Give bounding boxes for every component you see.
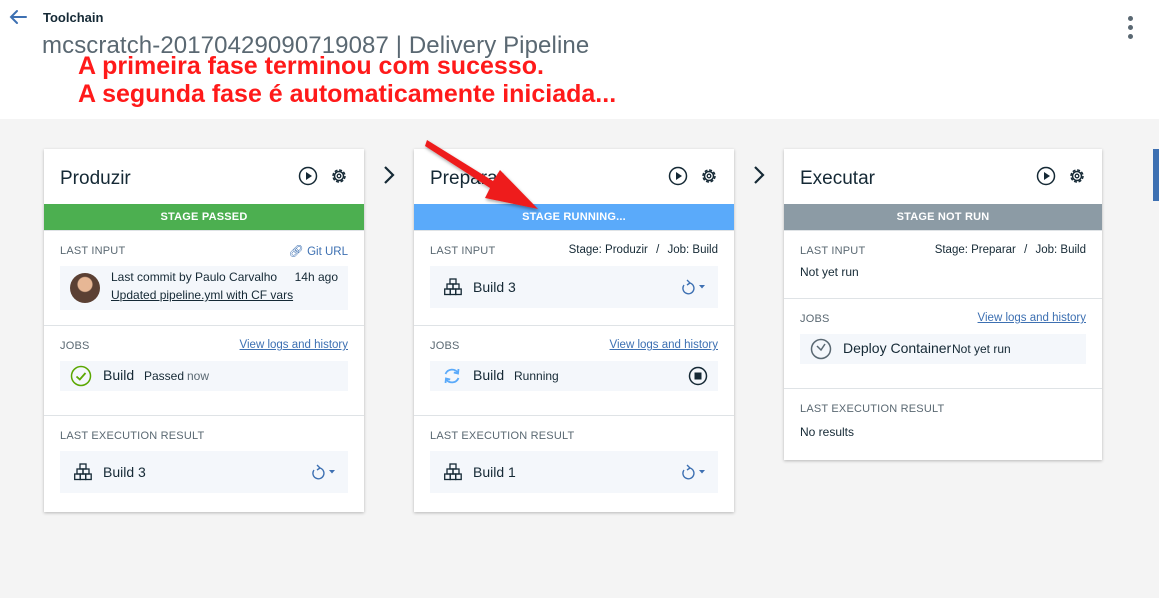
last-result-section: LAST EXECUTION RESULT No results (784, 388, 1102, 460)
job-status: Not yet run (952, 342, 1011, 356)
link-icon: 🔗︎ (288, 244, 304, 258)
stage-header: Executar (784, 149, 1102, 204)
input-separator: / (656, 244, 660, 256)
input-build: Build 3 (473, 279, 516, 295)
view-logs-link[interactable]: View logs and history (978, 312, 1086, 324)
build-icon (74, 463, 92, 481)
job-time: now (187, 369, 210, 383)
stage-status-badge: STAGE RUNNING... (414, 204, 734, 230)
job-name: Build (103, 367, 135, 383)
stop-icon[interactable] (688, 366, 708, 386)
stage-card-preparar: Preparar STAGE RUNNING... LAST INPUT Sta… (414, 149, 734, 512)
input-job: Job: Build (1035, 244, 1086, 256)
last-result-section: LAST EXECUTION RESULT Build 3 (44, 415, 364, 512)
view-logs-link[interactable]: View logs and history (240, 339, 348, 351)
git-url-link[interactable]: 🔗︎ Git URL (289, 244, 348, 258)
commit-time: 14h ago (294, 270, 338, 284)
last-input-section: LAST INPUT 🔗︎ Git URL Last commit by Pau… (44, 230, 364, 325)
job-name: Deploy Container (843, 340, 952, 356)
gear-icon[interactable] (329, 166, 349, 186)
job-tile[interactable]: Deploy Container Not yet run (800, 334, 1086, 364)
run-stage-icon[interactable] (1036, 166, 1056, 186)
run-stage-icon[interactable] (298, 166, 318, 186)
check-circle-icon (70, 365, 92, 387)
job-status: Passed (144, 369, 185, 383)
result-value: No results (800, 425, 855, 439)
build-icon (444, 463, 462, 481)
job-tile[interactable]: Build Running (430, 361, 718, 391)
build-icon (444, 278, 462, 296)
stage-card-produzir: Produzir STAGE PASSED LAST INPUT 🔗︎ Git … (44, 149, 364, 512)
commit-author: Last commit by Paulo Carvalho (111, 270, 278, 284)
view-logs-link[interactable]: View logs and history (610, 339, 718, 351)
git-url-label[interactable]: Git URL (307, 246, 348, 258)
commit-tile: Last commit by Paulo Carvalho 14h ago Up… (60, 266, 348, 310)
chevron-right-icon (754, 166, 765, 184)
job-name: Build (473, 367, 505, 383)
back-arrow-icon[interactable] (8, 8, 28, 26)
stage-title: Produzir (60, 168, 131, 189)
annotation-line-2: A segunda fase é automaticamente iniciad… (78, 80, 617, 108)
last-input-section: LAST INPUT Stage: Preparar / Job: Build … (784, 230, 1102, 298)
clock-icon (810, 338, 832, 360)
input-separator: / (1024, 244, 1028, 256)
commit-link[interactable]: Updated pipeline.yml with CF vars (111, 288, 293, 302)
last-result-label: LAST EXECUTION RESULT (800, 403, 945, 415)
input-stage: Stage: Preparar (934, 244, 1016, 256)
annotation-line-1: A primeira fase terminou com sucesso. (78, 52, 544, 80)
chevron-right-icon (384, 166, 395, 184)
job-status: Running (514, 369, 559, 383)
job-tile[interactable]: Build Passed now (60, 361, 348, 391)
run-stage-icon[interactable] (668, 166, 688, 186)
input-stage: Stage: Produzir (568, 244, 648, 256)
result-build: Build 3 (103, 464, 146, 480)
result-tile[interactable]: Build 1 (430, 451, 718, 493)
last-result-label: LAST EXECUTION RESULT (60, 430, 205, 442)
jobs-section: JOBS View logs and history Deploy Contai… (784, 298, 1102, 388)
redeploy-dropdown-icon[interactable] (308, 464, 338, 480)
last-input-section: LAST INPUT Stage: Produzir / Job: Build … (414, 230, 734, 325)
stage-status-badge: STAGE PASSED (44, 204, 364, 230)
gear-icon[interactable] (699, 166, 719, 186)
result-tile[interactable]: Build 3 (60, 451, 348, 493)
sync-running-icon (444, 368, 460, 384)
stage-status-badge: STAGE NOT RUN (784, 204, 1102, 230)
toolchain-link[interactable]: Toolchain (43, 10, 103, 25)
input-value: Not yet run (800, 265, 859, 279)
redeploy-dropdown-icon[interactable] (678, 464, 708, 480)
avatar (70, 273, 100, 303)
stage-header: Produzir (44, 149, 364, 204)
annotation-text: A primeira fase terminou com sucesso. A … (78, 52, 616, 108)
gear-icon[interactable] (1067, 166, 1087, 186)
redeploy-dropdown-icon[interactable] (678, 279, 708, 295)
last-result-label: LAST EXECUTION RESULT (430, 430, 575, 442)
overflow-menu-icon[interactable] (1121, 16, 1139, 48)
input-source: Stage: Preparar / Job: Build (935, 244, 1086, 256)
input-source: Stage: Produzir / Job: Build (569, 244, 718, 256)
stage-card-executar: Executar STAGE NOT RUN LAST INPUT Stage:… (784, 149, 1102, 460)
jobs-section: JOBS View logs and history Build Running (414, 325, 734, 415)
input-job: Job: Build (667, 244, 718, 256)
stage-title: Preparar (430, 168, 504, 189)
input-tile[interactable]: Build 3 (430, 266, 718, 308)
stage-header: Preparar (414, 149, 734, 204)
stage-title: Executar (800, 168, 875, 189)
last-result-section: LAST EXECUTION RESULT Build 1 (414, 415, 734, 512)
side-panel-tab[interactable] (1153, 149, 1159, 201)
result-build: Build 1 (473, 464, 516, 480)
jobs-section: JOBS View logs and history Build Passed … (44, 325, 364, 415)
